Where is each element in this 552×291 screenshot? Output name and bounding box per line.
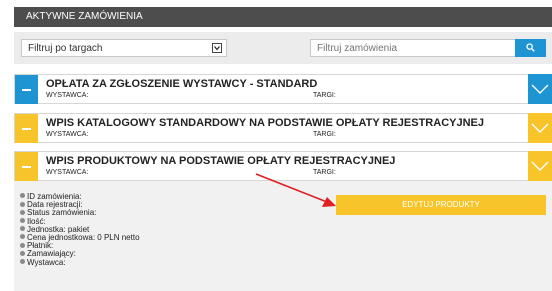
order-title: WPIS PRODUKTOWY NA PODSTAWIE OPŁATY REJE…	[46, 155, 396, 167]
expand-button[interactable]	[528, 74, 552, 104]
exhibitor-label: WYSTAWCA:	[46, 169, 89, 176]
minus-icon	[22, 128, 31, 130]
collapse-toggle[interactable]	[15, 152, 38, 181]
order-details-list: ID zamówienia: Data rejestracji: Status …	[20, 192, 140, 267]
fair-filter-value: Filtruj po targach	[28, 43, 103, 54]
chevron-down-icon[interactable]	[212, 43, 222, 53]
detail-item: Wystawca:	[20, 257, 140, 267]
order-details-panel: ID zamówienia: Data rejestracji: Status …	[14, 181, 552, 291]
fair-label: TARGI:	[313, 131, 336, 138]
page-title: AKTYWNE ZAMÓWIENIA	[26, 11, 143, 22]
fair-filter-select[interactable]: Filtruj po targach	[21, 39, 227, 57]
bullet-icon	[20, 250, 25, 256]
order-search-input[interactable]	[310, 39, 516, 57]
collapse-toggle[interactable]	[15, 114, 38, 143]
minus-icon	[22, 166, 31, 168]
order-item[interactable]: OPŁATA ZA ZGŁOSZENIE WYSTAWCY - STANDARD…	[14, 74, 552, 104]
order-title: WPIS KATALOGOWY STANDARDOWY NA PODSTAWIE…	[46, 117, 484, 129]
bullet-icon	[20, 226, 25, 232]
search-button[interactable]	[515, 39, 546, 57]
order-item[interactable]: WPIS PRODUKTOWY NA PODSTAWIE OPŁATY REJE…	[14, 151, 552, 181]
exhibitor-label: WYSTAWCA:	[46, 92, 89, 99]
detail-text: Wystawca:	[27, 257, 66, 267]
filter-bar: Filtruj po targach	[14, 32, 552, 64]
search-icon	[526, 43, 535, 52]
edit-products-button[interactable]: EDYTUJ PRODUKTY	[336, 195, 546, 215]
fair-label: TARGI:	[313, 169, 336, 176]
bullet-icon	[20, 217, 25, 223]
exhibitor-label: WYSTAWCA:	[46, 131, 89, 138]
minus-icon	[22, 89, 31, 91]
chevron-down-icon	[531, 161, 549, 171]
bullet-icon	[20, 209, 25, 215]
fair-label: TARGI:	[313, 92, 336, 99]
orders-header: AKTYWNE ZAMÓWIENIA	[14, 7, 552, 27]
collapse-toggle[interactable]	[15, 75, 38, 104]
expand-button[interactable]	[528, 113, 552, 143]
bullet-icon	[20, 193, 25, 199]
bullet-icon	[20, 201, 25, 207]
bullet-icon	[20, 234, 25, 240]
order-item[interactable]: WPIS KATALOGOWY STANDARDOWY NA PODSTAWIE…	[14, 113, 552, 143]
expand-button[interactable]	[528, 151, 552, 181]
bullet-icon	[20, 258, 25, 264]
chevron-down-icon	[531, 123, 549, 133]
bullet-icon	[20, 242, 25, 248]
chevron-down-icon	[531, 84, 549, 94]
order-title: OPŁATA ZA ZGŁOSZENIE WYSTAWCY - STANDARD	[46, 78, 318, 90]
